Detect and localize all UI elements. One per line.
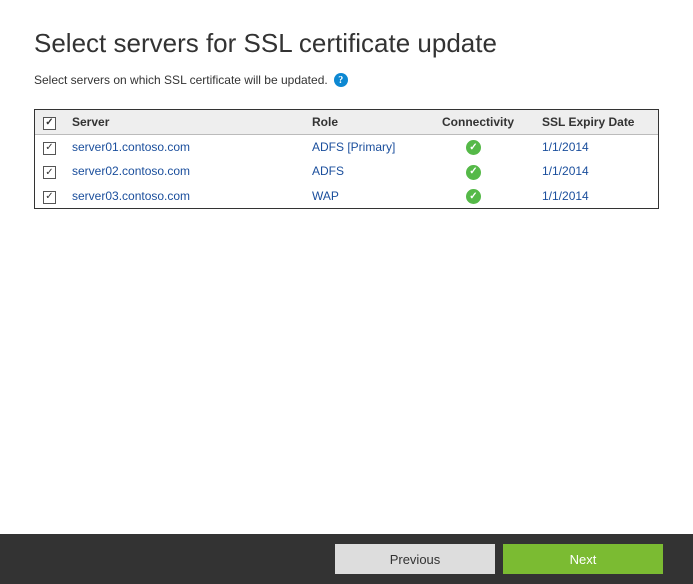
footer-bar: Previous Next	[0, 534, 693, 584]
connectivity-ok-icon	[466, 189, 481, 204]
header-server: Server	[64, 110, 304, 134]
connectivity-cell	[434, 159, 534, 184]
row-checkbox[interactable]	[43, 166, 56, 179]
connectivity-ok-icon	[466, 140, 481, 155]
row-checkbox[interactable]	[43, 191, 56, 204]
header-expiry: SSL Expiry Date	[534, 110, 658, 134]
server-cell: server01.contoso.com	[64, 134, 304, 159]
role-cell: ADFS [Primary]	[304, 134, 434, 159]
select-all-checkbox[interactable]	[43, 117, 56, 130]
servers-table: Server Role Connectivity SSL Expiry Date…	[34, 109, 659, 209]
connectivity-cell	[434, 184, 534, 209]
connectivity-ok-icon	[466, 165, 481, 180]
table-row: server02.contoso.com ADFS 1/1/2014	[35, 159, 658, 184]
server-cell: server03.contoso.com	[64, 184, 304, 209]
connectivity-cell	[434, 134, 534, 159]
table-row: server01.contoso.com ADFS [Primary] 1/1/…	[35, 134, 658, 159]
header-checkbox-cell	[35, 110, 64, 134]
table-row: server03.contoso.com WAP 1/1/2014	[35, 184, 658, 209]
role-cell: WAP	[304, 184, 434, 209]
previous-button[interactable]: Previous	[335, 544, 495, 574]
expiry-cell: 1/1/2014	[534, 134, 658, 159]
subtitle-row: Select servers on which SSL certificate …	[34, 73, 663, 87]
role-cell: ADFS	[304, 159, 434, 184]
next-button[interactable]: Next	[503, 544, 663, 574]
subtitle-text: Select servers on which SSL certificate …	[34, 73, 328, 87]
server-cell: server02.contoso.com	[64, 159, 304, 184]
expiry-cell: 1/1/2014	[534, 159, 658, 184]
header-connectivity: Connectivity	[434, 110, 534, 134]
page-title: Select servers for SSL certificate updat…	[34, 28, 663, 59]
help-icon[interactable]: ?	[334, 73, 348, 87]
header-role: Role	[304, 110, 434, 134]
row-checkbox[interactable]	[43, 142, 56, 155]
expiry-cell: 1/1/2014	[534, 184, 658, 209]
